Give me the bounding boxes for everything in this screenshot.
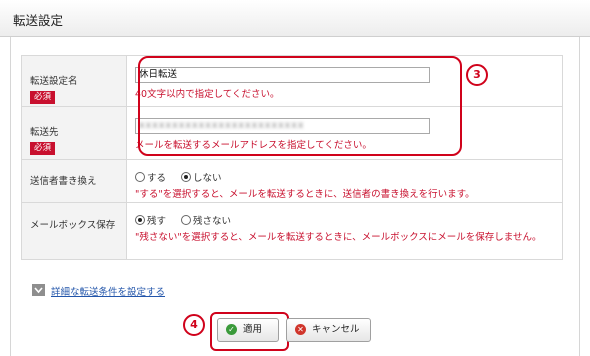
label-cell: 転送設定名 必須 bbox=[21, 55, 127, 107]
label-cell: 転送先 必須 bbox=[21, 106, 127, 160]
field-description: "残さない"を選択すると、メールを転送するときに、メールボックスにメールを保存し… bbox=[135, 232, 542, 243]
form-row-sender-rewrite: 送信者書き換え する しない "する"を選択すると、メールを転送するときに、送信… bbox=[21, 159, 563, 203]
radio-selected-icon[interactable] bbox=[181, 172, 192, 182]
required-badge: 必須 bbox=[30, 142, 56, 155]
page-title: 転送設定 bbox=[13, 13, 64, 28]
radio-selected-icon[interactable] bbox=[135, 215, 145, 225]
advanced-conditions-link[interactable]: 詳細な転送条件を設定する bbox=[51, 284, 165, 298]
field-label: 送信者書き換え bbox=[30, 176, 97, 187]
callout-number-3: 3 bbox=[466, 64, 488, 86]
radio-icon[interactable] bbox=[135, 172, 145, 182]
page-header: 転送設定 bbox=[0, 0, 590, 37]
sender-rewrite-radio-group: する しない bbox=[135, 170, 562, 184]
close-icon: ✕ bbox=[295, 324, 306, 335]
chevron-down-icon[interactable] bbox=[32, 284, 45, 296]
radio-label: する bbox=[147, 173, 167, 184]
radio-label: しない bbox=[193, 173, 222, 184]
field-label: メールボックス保存 bbox=[30, 220, 116, 231]
mailbox-keep-radio-group: 残す 残さない bbox=[135, 213, 562, 227]
callout-number-4: 4 bbox=[183, 314, 205, 336]
check-icon: ✓ bbox=[226, 324, 237, 335]
label-cell: 送信者書き換え bbox=[21, 159, 127, 203]
cancel-label: キャンセル bbox=[312, 324, 360, 335]
radio-icon[interactable] bbox=[181, 215, 192, 225]
required-badge: 必須 bbox=[30, 91, 56, 104]
radio-option-keep[interactable]: 残す bbox=[135, 215, 167, 227]
value-cell: 残す 残さない "残さない"を選択すると、メールを転送するときに、メールボックス… bbox=[126, 202, 563, 260]
radio-option-no[interactable]: しない bbox=[181, 172, 222, 184]
apply-label: 適用 bbox=[243, 324, 263, 335]
field-label: 転送設定名 bbox=[30, 76, 78, 87]
field-label: 転送先 bbox=[30, 127, 59, 138]
cancel-button[interactable]: ✕ キャンセル bbox=[286, 318, 371, 342]
form-row-mailbox-keep: メールボックス保存 残す 残さない "残さない"を選択すると、メールを転送すると… bbox=[21, 202, 563, 260]
highlight-box-3 bbox=[138, 56, 462, 156]
radio-label: 残す bbox=[147, 216, 167, 227]
label-cell: メールボックス保存 bbox=[21, 202, 127, 260]
apply-button[interactable]: ✓ 適用 bbox=[217, 318, 279, 342]
value-cell: する しない "する"を選択すると、メールを転送するときに、送信者の書き換えを行… bbox=[126, 159, 563, 203]
radio-label: 残さない bbox=[193, 216, 232, 227]
radio-option-discard[interactable]: 残さない bbox=[181, 215, 232, 227]
field-description: "する"を選択すると、メールを転送するときに、送信者の書き換えを行います。 bbox=[135, 189, 475, 200]
radio-option-yes[interactable]: する bbox=[135, 172, 167, 184]
